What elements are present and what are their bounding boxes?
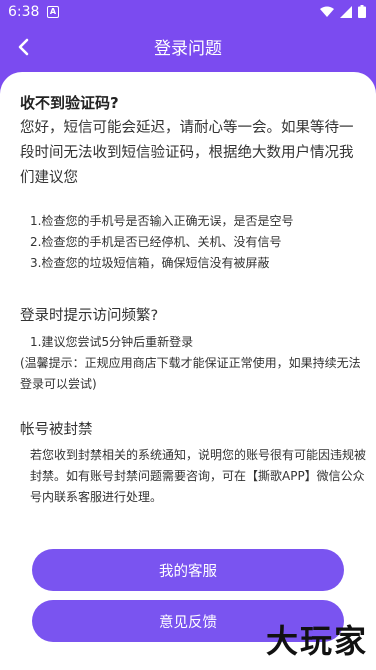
frequency-tip: (温馨提示：正规应用商店下载才能保证正常使用，如果持续无法登录可以尝试) (20, 356, 361, 391)
watermark-logo: 大玩家 (265, 622, 368, 660)
section-body-banned: 若您收到封禁相关的系统通知，说明您的账号很有可能因违规被封禁。如有账号封禁问题需… (30, 448, 367, 504)
customer-service-button[interactable]: 我的客服 (32, 549, 344, 591)
code-steps-list: 1.检查您的手机号是否输入正确无误，是否是空号 2.检查您的手机是否已经停机、关… (20, 211, 366, 274)
wifi-icon (320, 6, 334, 17)
section-verification-code: 收不到验证码? 您好，短信可能会延迟，请耐心等一会。如果等待一段时间无法收到短信… (20, 92, 366, 274)
status-time: 6:38 (8, 4, 40, 20)
content-sheet: 收不到验证码? 您好，短信可能会延迟，请耐心等一会。如果等待一段时间无法收到短信… (0, 72, 376, 670)
battery-icon (358, 5, 366, 18)
section-banned: 帐号被封禁 若您收到封禁相关的系统通知，说明您的账号很有可能因违规被封禁。如有账… (20, 419, 366, 508)
status-icons (320, 5, 366, 18)
page-title: 登录问题 (154, 39, 222, 59)
code-step-3: 3.检查您的垃圾短信箱，确保短信没有被屏蔽 (30, 256, 270, 270)
signal-icon (340, 5, 352, 18)
header: 登录问题 (0, 26, 376, 70)
section-frequency: 登录时提示访问频繁? 1.建议您尝试5分钟后重新登录 (温馨提示：正规应用商店下… (20, 305, 366, 395)
frequency-step-1: 1.建议您尝试5分钟后重新登录 (30, 335, 194, 349)
section-title-code: 收不到验证码? (20, 94, 119, 112)
section-body-code: 您好，短信可能会延迟，请耐心等一会。如果等待一段时间无法收到短信验证码，根据绝大… (20, 120, 354, 186)
code-step-1: 1.检查您的手机号是否输入正确无误，是否是空号 (30, 214, 294, 228)
code-step-2: 2.检查您的手机是否已经停机、关机、没有信号 (30, 235, 282, 249)
section-title-frequency: 登录时提示访问频繁? (20, 308, 159, 324)
notification-icon: A (47, 6, 59, 18)
status-bar: 6:38 A (0, 0, 376, 26)
section-title-banned: 帐号被封禁 (20, 422, 93, 438)
